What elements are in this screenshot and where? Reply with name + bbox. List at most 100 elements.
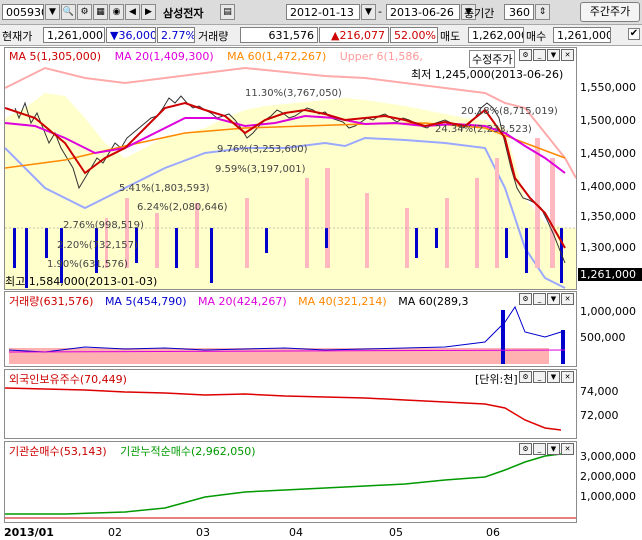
annotation: 1.90%(631,576) (47, 259, 128, 270)
volume-change: ▲216,077 (319, 27, 389, 43)
close-icon[interactable]: ✕ (561, 371, 574, 383)
x-tick: 04 (289, 526, 303, 539)
current-price: 1,261,000 (43, 27, 105, 43)
annotation: 9.76%(3,253,600) (217, 144, 308, 155)
foreign-holdings-chart[interactable]: 외국인보유주수(70,449) [단위:천] ⚙ _ ▼ ✕ (4, 369, 577, 439)
y-tick: 500,000 (580, 331, 626, 344)
search-icon[interactable]: 🔍 (61, 4, 76, 20)
volume-bars (8, 305, 566, 364)
config-icon[interactable]: ⚙ (519, 443, 532, 455)
current-price-tag: 1,261,000 (578, 268, 642, 281)
y-tick: 1,400,000 (580, 180, 636, 193)
legend-vol-ma60: MA 60(289,3 (398, 295, 469, 308)
annotation: 6.24%(2,080,646) (137, 202, 228, 213)
x-tick: 05 (389, 526, 403, 539)
option-checkbox[interactable]: ✔ (628, 28, 640, 40)
gear-icon[interactable]: ⚙ (77, 4, 92, 20)
end-date-input[interactable]: 2013-06-26 (386, 4, 460, 20)
down-icon[interactable]: ▼ (547, 371, 560, 383)
minimize-icon[interactable]: _ (533, 371, 546, 383)
toolbar: 005930 ▼ 🔍 ⚙ ▦ ◉ ◀ ▶ 삼성전자 ▤ 2012-01-13 ▼… (0, 0, 642, 25)
document-icon[interactable]: ▤ (220, 4, 235, 20)
y-tick: 72,000 (580, 409, 619, 422)
legend-cumulative: 기관누적순매수(2,962,050) (120, 445, 256, 458)
x-tick: 02 (108, 526, 122, 539)
price-change: ▼36,000 (106, 27, 156, 43)
annotation: 2.20%(732,157) (57, 240, 138, 251)
low-note: 최저 1,245,000(2013-06-26) (411, 68, 564, 81)
legend-ma5: MA 5(1,305,000) (9, 50, 102, 63)
y-tick: 74,000 (580, 385, 619, 398)
legend-vol-ma20: MA 20(424,267) (198, 295, 287, 308)
legend-vol-ma5: MA 5(454,790) (104, 295, 187, 308)
price-axis: 1,550,000 1,500,000 1,450,000 1,400,000 … (578, 47, 642, 290)
pane-controls: ⚙ _ ▼ ✕ (518, 293, 574, 306)
x-tick: 03 (196, 526, 210, 539)
y-tick: 3,000,000 (580, 450, 636, 463)
y-tick: 2,000,000 (580, 470, 636, 483)
calendar-dropdown-icon[interactable]: ▼ (361, 4, 376, 20)
y-tick: 1,450,000 (580, 147, 636, 160)
quote-bar: 현재가 1,261,000 ▼36,000 2.77% 거래량 631,576 … (0, 25, 642, 46)
institutional-chart[interactable]: 기관순매수(53,143) 기관누적순매수(2,962,050) ⚙ _ ▼ ✕ (4, 441, 577, 523)
legend-net-buy: 기관순매수(53,143) (9, 445, 107, 458)
volume-chart[interactable]: 거래량(631,576) MA 5(454,790) MA 20(424,267… (4, 291, 577, 367)
high-note: 최고 1,584,000(2013-01-03) (5, 275, 158, 288)
spin-icon[interactable]: ⇕ (535, 4, 550, 20)
ask-label: 매도 (440, 30, 461, 43)
annotation: 2.76%(998,519) (63, 220, 144, 231)
legend-upper: Upper 6(1,586, (339, 50, 423, 63)
unit-label: [단위:천] (475, 373, 518, 386)
close-icon[interactable]: ✕ (561, 443, 574, 455)
period-label: 총기간 (464, 7, 495, 20)
config-icon[interactable]: ⚙ (519, 293, 532, 305)
stock-code-input[interactable]: 005930 (2, 4, 44, 20)
pane-controls: ⚙ _ ▼ ✕ (518, 49, 574, 62)
minimize-icon[interactable]: _ (533, 49, 546, 61)
price-legend: MA 5(1,305,000) MA 20(1,409,300) MA 60(1… (9, 50, 423, 63)
close-icon[interactable]: ✕ (561, 293, 574, 305)
down-icon[interactable]: ▼ (547, 293, 560, 305)
volume-value: 631,576 (240, 27, 318, 43)
annotation: 9.59%(3,197,001) (215, 164, 306, 175)
volume-axis: 1,000,000 500,000 (578, 291, 642, 367)
y-tick: 1,000,000 (580, 490, 636, 503)
annotation: 11.30%(3,767,050) (245, 88, 342, 99)
eye-icon[interactable]: ◉ (109, 4, 124, 20)
annotation: 24.34%(2,233,523) (435, 124, 532, 135)
next-arrow-icon[interactable]: ▶ (141, 4, 156, 20)
period-input[interactable]: 360 (504, 4, 534, 20)
ask-price: 1,262,000 (468, 27, 524, 43)
price-chart[interactable]: MA 5(1,305,000) MA 20(1,409,300) MA 60(1… (4, 47, 577, 290)
start-date-input[interactable]: 2012-01-13 (286, 4, 360, 20)
down-icon[interactable]: ▼ (547, 49, 560, 61)
prev-arrow-icon[interactable]: ◀ (125, 4, 140, 20)
foreign-holdings-line (5, 387, 562, 431)
adjusted-price-button[interactable]: 주간주가 (580, 2, 640, 22)
config-icon[interactable]: ⚙ (519, 371, 532, 383)
y-tick: 1,300,000 (580, 241, 636, 254)
config-icon[interactable]: ⚙ (519, 49, 532, 61)
grid-icon[interactable]: ▦ (93, 4, 108, 20)
price-change-pct: 2.77% (157, 27, 195, 43)
y-tick: 1,000,000 (580, 305, 636, 318)
close-icon[interactable]: ✕ (561, 49, 574, 61)
institutional-legend: 기관순매수(53,143) 기관누적순매수(2,962,050) (9, 443, 256, 459)
foreign-legend: 외국인보유주수(70,449) (9, 373, 127, 386)
legend-volume: 거래량(631,576) (9, 295, 94, 308)
current-price-label: 현재가 (2, 30, 33, 43)
institutional-axis: 3,000,000 2,000,000 1,000,000 (578, 441, 642, 523)
y-tick: 1,350,000 (580, 210, 636, 223)
legend-ma20: MA 20(1,409,300) (114, 50, 214, 63)
bid-price: 1,261,000 (553, 27, 611, 43)
minimize-icon[interactable]: _ (533, 443, 546, 455)
foreign-axis: 74,000 72,000 (578, 369, 642, 439)
dropdown-icon[interactable]: ▼ (45, 4, 60, 20)
minimize-icon[interactable]: _ (533, 293, 546, 305)
down-icon[interactable]: ▼ (547, 443, 560, 455)
legend-vol-ma40: MA 40(321,214) (298, 295, 387, 308)
x-tick: 2013/01 (4, 526, 54, 539)
volume-legend: 거래량(631,576) MA 5(454,790) MA 20(424,267… (9, 293, 469, 309)
annotation: 5.41%(1,803,593) (119, 183, 210, 194)
bid-label: 매수 (526, 30, 547, 43)
